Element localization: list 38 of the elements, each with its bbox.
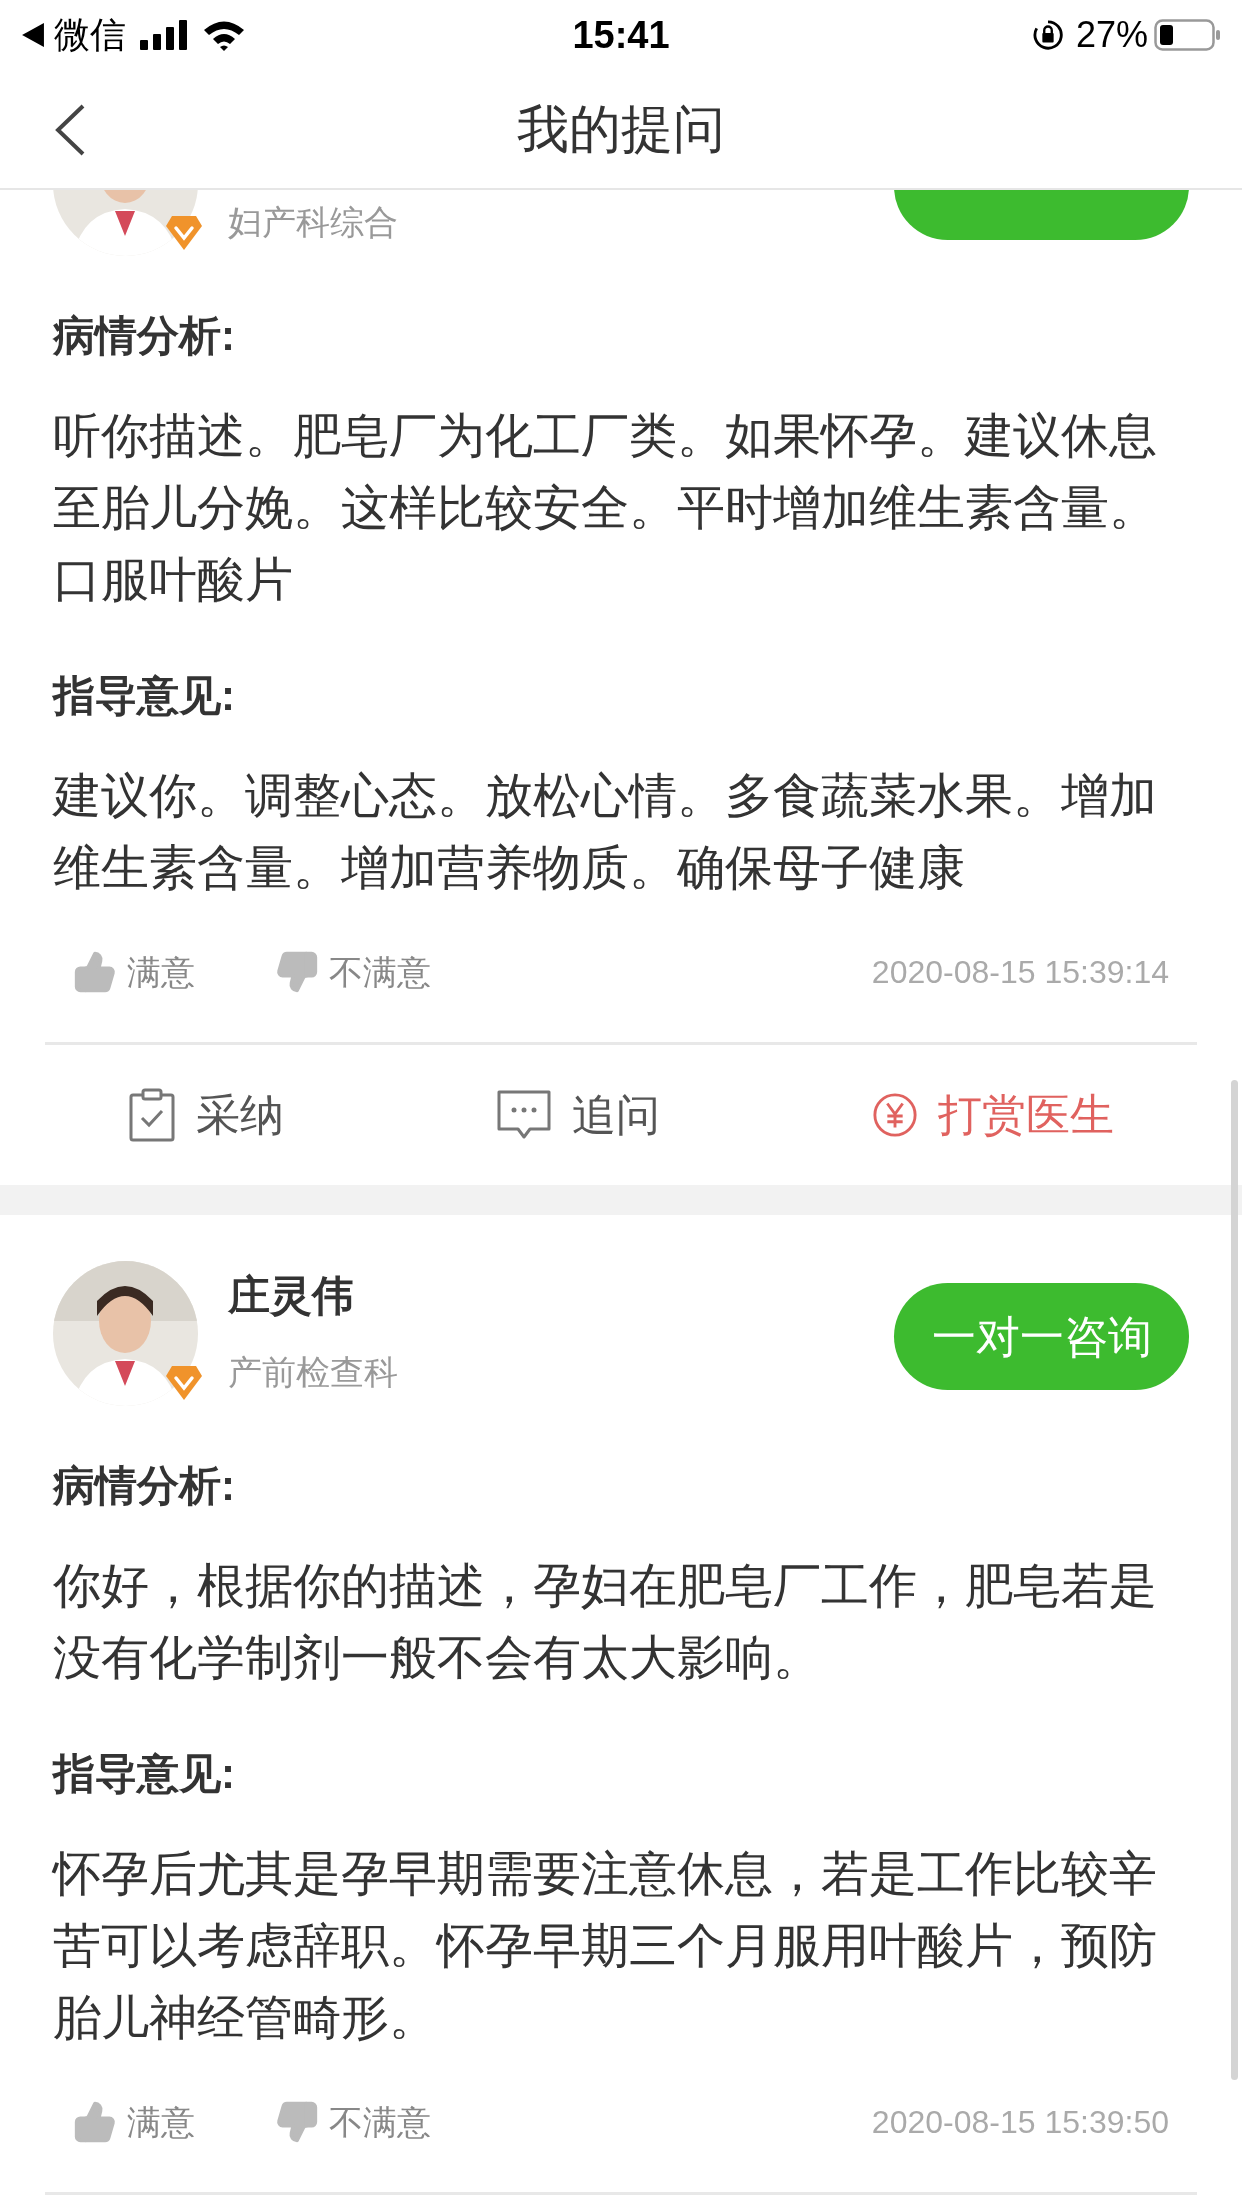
unsatisfied-button[interactable]: 不满意 (275, 2096, 431, 2148)
back-arrow-icon (22, 23, 44, 47)
consult-button[interactable]: 一对一咨询 (894, 1283, 1189, 1390)
satisfied-button[interactable]: 满意 (73, 946, 195, 998)
unsatisfied-button[interactable]: 不满意 (275, 946, 431, 998)
answer-time: 2020-08-15 15:39:14 (871, 953, 1169, 992)
yen-coin-icon (872, 1092, 918, 1138)
chat-bubble-icon (496, 1089, 552, 1141)
doctor-department: 妇产科综合 (228, 202, 399, 243)
clipboard-check-icon (128, 1087, 176, 1143)
satisfied-button[interactable]: 满意 (73, 2096, 195, 2148)
adopt-button[interactable]: 采纳 (128, 1082, 284, 1148)
thumbs-up-icon (73, 950, 117, 994)
wifi-icon (202, 19, 246, 51)
thumbs-down-icon (275, 2100, 319, 2144)
doctor-name: 庄灵伟 (228, 1270, 354, 1321)
section-text: 你好，根据你的描述，孕妇在肥皂厂工作，肥皂若是没有化学制剂一般不会有太大影响。 (53, 1558, 1158, 1686)
section-text: 建议你。调整心态。放松心情。多食蔬菜水果。增加维生素含量。增加营养物质。确保母子健康 (53, 768, 1158, 896)
section-heading: 病情分析: (53, 1461, 236, 1511)
section-text: 听你描述。肥皂厂为化工厂类。如果怀孕。建议休息至胎儿分娩。这样比较安全。平时增加维生素含量。口服叶酸片 (53, 408, 1158, 608)
section-heading: 病情分析: (53, 311, 236, 361)
signal-icon (140, 20, 188, 50)
section-text: 怀孕后尤其是孕早期需要注意休息，若是工作比较辛苦可以考虑辞职。怀孕早期三个月服用叶酸片，预防胎儿神经管畸形。 (53, 1846, 1158, 2046)
doctor-department: 产前检查科 (228, 1352, 399, 1393)
reward-button[interactable]: 打赏医生 (872, 1082, 1114, 1148)
answer-time: 2020-08-15 15:39:50 (871, 2103, 1169, 2142)
back-app-label[interactable]: 微信 (54, 8, 126, 62)
rotation-lock-icon (1031, 19, 1064, 51)
clock-time: 15:41 (572, 12, 670, 58)
thumbs-down-icon (275, 950, 319, 994)
thumbs-up-icon (73, 2100, 117, 2144)
battery-icon (1154, 19, 1220, 51)
page-title: 我的提问 (517, 99, 725, 160)
section-heading: 指导意见: (53, 671, 236, 721)
back-chevron-icon (55, 104, 85, 156)
battery-percent: 27% (1075, 13, 1148, 57)
follow-up-button[interactable]: 追问 (496, 1082, 660, 1148)
section-heading: 指导意见: (53, 1749, 236, 1799)
